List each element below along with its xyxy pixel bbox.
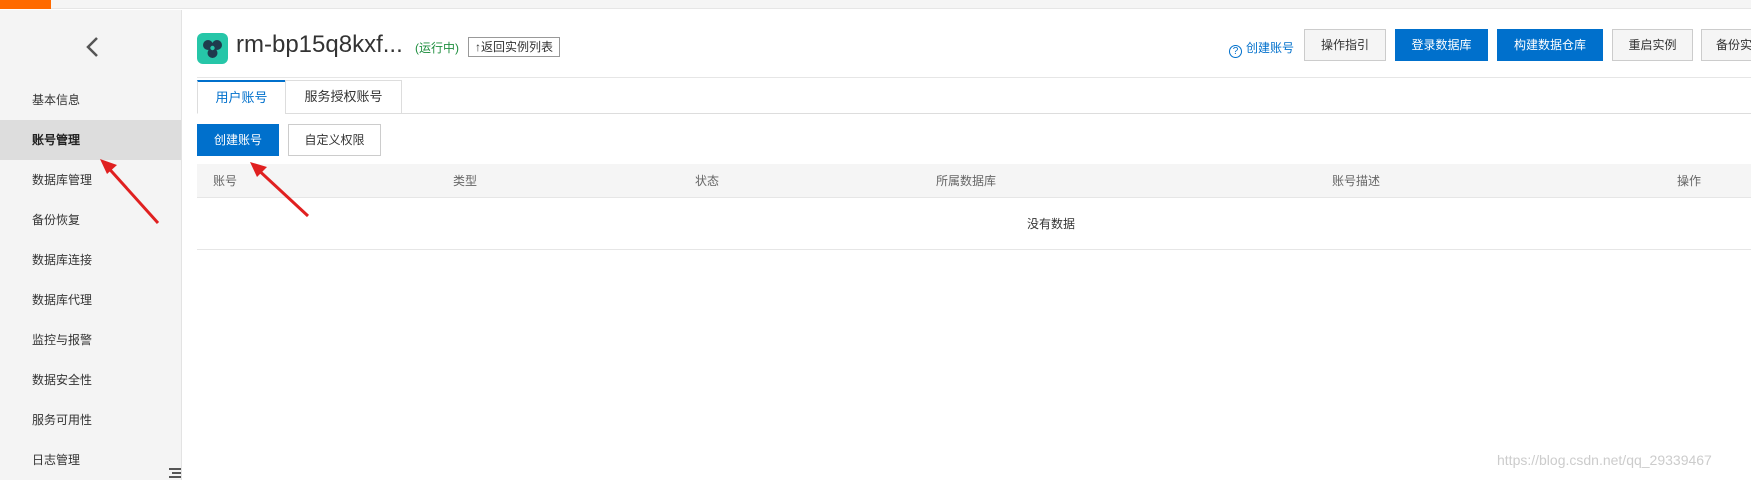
- table-empty-row: 没有数据: [197, 198, 1751, 250]
- sidebar-item-database-proxy[interactable]: 数据库代理: [0, 280, 181, 320]
- backup-instance-button[interactable]: 备份实: [1701, 29, 1751, 61]
- column-header-account: 账号: [213, 174, 238, 188]
- tab-user-accounts[interactable]: 用户账号: [197, 80, 286, 114]
- sidebar-item-database-management[interactable]: 数据库管理: [0, 160, 181, 200]
- sidebar-item-backup-restore[interactable]: 备份恢复: [0, 200, 181, 240]
- instance-status: (运行中): [415, 41, 459, 55]
- back-chevron-icon[interactable]: [78, 32, 108, 62]
- header-divider: [197, 77, 1751, 78]
- column-header-type: 类型: [453, 174, 478, 188]
- column-header-description: 账号描述: [1332, 174, 1381, 188]
- sidebar-item-log-management[interactable]: 日志管理: [0, 440, 181, 480]
- column-header-status: 状态: [695, 174, 720, 188]
- top-bar: [0, 0, 1751, 9]
- operation-guide-button[interactable]: 操作指引: [1304, 29, 1386, 61]
- help-link-label: 创建账号: [1246, 41, 1295, 55]
- table-header: 账号 类型 状态 所属数据库 账号描述 操作: [197, 164, 1751, 198]
- sidebar-item-basic-info[interactable]: 基本信息: [0, 80, 181, 120]
- restart-instance-button[interactable]: 重启实例: [1612, 29, 1693, 61]
- sidebar-item-service-availability[interactable]: 服务可用性: [0, 400, 181, 440]
- empty-table-message: 没有数据: [1027, 217, 1076, 231]
- question-icon: ?: [1229, 45, 1242, 58]
- create-account-button[interactable]: 创建账号: [197, 124, 279, 156]
- column-header-database: 所属数据库: [936, 174, 997, 188]
- brand-accent: [0, 0, 51, 9]
- custom-permission-button[interactable]: 自定义权限: [288, 124, 381, 156]
- watermark: https://blog.csdn.net/qq_29339467: [1497, 452, 1712, 468]
- sidebar-collapse-icon[interactable]: [168, 466, 182, 480]
- instance-name: rm-bp15q8kxf...: [236, 31, 403, 58]
- account-tabs: 用户账号 服务授权账号: [197, 80, 1751, 114]
- login-database-button[interactable]: 登录数据库: [1395, 29, 1488, 61]
- rds-instance-logo-icon: [197, 33, 228, 64]
- sidebar: 基本信息 账号管理 数据库管理 备份恢复 数据库连接 数据库代理 监控与报警 数…: [0, 10, 182, 480]
- sidebar-item-monitoring-alerts[interactable]: 监控与报警: [0, 320, 181, 360]
- tab-service-authorized-accounts[interactable]: 服务授权账号: [285, 80, 402, 114]
- create-account-help-link[interactable]: ? 创建账号: [1229, 39, 1294, 58]
- sidebar-item-database-connection[interactable]: 数据库连接: [0, 240, 181, 280]
- back-to-instance-list-button[interactable]: ↑返回实例列表: [468, 37, 561, 57]
- sidebar-item-data-security[interactable]: 数据安全性: [0, 360, 181, 400]
- sidebar-item-account-management[interactable]: 账号管理: [0, 120, 181, 160]
- build-data-warehouse-button[interactable]: 构建数据仓库: [1497, 29, 1603, 61]
- column-header-actions: 操作: [1677, 174, 1702, 188]
